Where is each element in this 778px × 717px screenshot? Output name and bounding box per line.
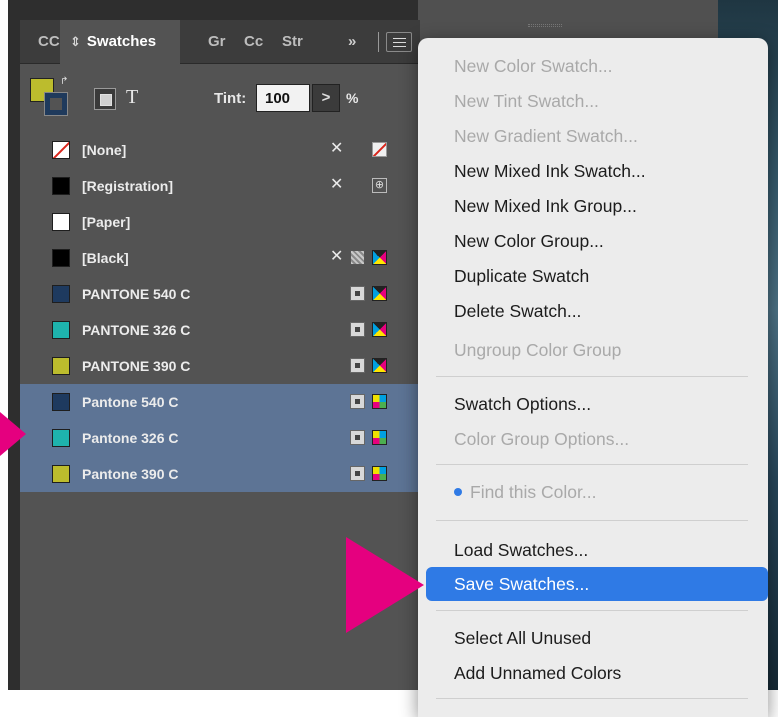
- tab-divider: [378, 32, 379, 52]
- spot-color-icon: [350, 430, 365, 445]
- menu-item-new-mixed-ink-swatch[interactable]: New Mixed Ink Swatch...: [454, 154, 646, 188]
- none-color-icon: [372, 142, 387, 157]
- swatch-row-paper[interactable]: [Paper]: [20, 204, 420, 240]
- tab-cc[interactable]: CC: [38, 20, 60, 64]
- swatch-name: PANTONE 390 C: [82, 358, 191, 374]
- rgb-mode-icon: [372, 394, 387, 409]
- swatch-chip: [52, 429, 70, 447]
- swatch-row-none[interactable]: [None] ✕: [20, 132, 420, 168]
- menu-item-new-gradient-swatch[interactable]: New Gradient Swatch...: [454, 119, 638, 153]
- pointer-arrow-large-icon: [346, 537, 424, 633]
- swatch-row-black[interactable]: [Black] ✕: [20, 240, 420, 276]
- spot-color-icon: [350, 358, 365, 373]
- menu-item-new-color-swatch[interactable]: New Color Swatch...: [454, 49, 613, 83]
- swatch-name: Pantone 540 C: [82, 394, 179, 410]
- swatch-chip: [52, 393, 70, 411]
- menu-separator: [436, 520, 748, 521]
- screenshot-frame: CC ⇕ Swatches Gr Cc Str » ↱ T Tint: 100 >…: [0, 0, 778, 717]
- bullet-dot-icon: [454, 488, 462, 497]
- menu-item-color-group-options[interactable]: Color Group Options...: [454, 422, 629, 456]
- menu-item-new-color-group[interactable]: New Color Group...: [454, 224, 604, 258]
- swatch-chip: [52, 465, 70, 483]
- no-edit-icon: ✕: [330, 248, 344, 265]
- swatch-chip: [52, 177, 70, 195]
- menu-item-duplicate-swatch[interactable]: Duplicate Swatch: [454, 259, 589, 293]
- stroke-box[interactable]: [44, 92, 68, 116]
- swatches-toolbar: ↱ T Tint: 100 > %: [20, 64, 420, 132]
- menu-separator: [436, 464, 748, 465]
- fill-stroke-proxy[interactable]: ↱: [30, 76, 70, 118]
- swatch-name: [None]: [82, 142, 127, 158]
- process-gray-icon: [350, 250, 365, 265]
- spot-color-icon: [350, 466, 365, 481]
- cmyk-mode-icon: [372, 322, 387, 337]
- swatch-name: PANTONE 540 C: [82, 286, 191, 302]
- menu-item-select-all-unused[interactable]: Select All Unused: [454, 621, 591, 655]
- swatch-name: Pantone 390 C: [82, 466, 179, 482]
- swatch-name: Pantone 326 C: [82, 430, 179, 446]
- dock-grip[interactable]: [528, 24, 562, 27]
- swatch-row-pantone-390[interactable]: PANTONE 390 C: [20, 348, 420, 384]
- swatch-chip: [52, 321, 70, 339]
- spot-color-icon: [350, 286, 365, 301]
- swatch-name: [Paper]: [82, 214, 131, 230]
- menu-item-new-mixed-ink-group[interactable]: New Mixed Ink Group...: [454, 189, 637, 223]
- menu-separator: [436, 610, 748, 611]
- swatch-row-pantone-540[interactable]: PANTONE 540 C: [20, 276, 420, 312]
- menu-item-find-this-color[interactable]: Find this Color...: [454, 475, 596, 509]
- tab-reorder-icon: ⇕: [70, 34, 81, 49]
- tab-color[interactable]: Cc: [244, 20, 268, 64]
- swatch-row-pantone-326[interactable]: PANTONE 326 C: [20, 312, 420, 348]
- rgb-mode-icon: [372, 466, 387, 481]
- swap-fill-stroke-icon[interactable]: ↱: [60, 76, 68, 87]
- rgb-mode-icon: [372, 430, 387, 445]
- tint-input[interactable]: 100: [256, 84, 310, 112]
- menu-item-delete-swatch[interactable]: Delete Swatch...: [454, 294, 581, 328]
- swatch-chip: [52, 141, 70, 159]
- tab-swatches-label: Swatches: [86, 33, 157, 50]
- tab-gradient[interactable]: Gr: [208, 20, 226, 64]
- cmyk-mode-icon: [372, 286, 387, 301]
- menu-item-save-swatches[interactable]: Save Swatches...: [426, 567, 768, 601]
- swatch-chip: [52, 213, 70, 231]
- tab-overflow-chevron-icon[interactable]: »: [348, 20, 356, 64]
- spot-color-icon: [350, 394, 365, 409]
- cmyk-mode-icon: [372, 250, 387, 265]
- swatch-name: [Registration]: [82, 178, 173, 194]
- formatting-container-icon[interactable]: [94, 88, 116, 110]
- swatch-row-registration[interactable]: [Registration] ✕ ⊕: [20, 168, 420, 204]
- menu-item-ungroup-color-group[interactable]: Ungroup Color Group: [454, 333, 621, 367]
- swatch-row-pantone-326-lab[interactable]: Pantone 326 C: [20, 420, 420, 456]
- menu-item-swatch-options[interactable]: Swatch Options...: [454, 387, 591, 421]
- tab-swatches[interactable]: ⇕ Swatches: [60, 20, 180, 64]
- swatch-row-pantone-390-lab[interactable]: Pantone 390 C: [20, 456, 420, 492]
- formatting-text-icon[interactable]: T: [126, 86, 138, 109]
- swatch-chip: [52, 249, 70, 267]
- panel-menu-icon[interactable]: [386, 32, 412, 52]
- tint-slider-toggle[interactable]: >: [312, 84, 340, 112]
- registration-icon: ⊕: [372, 178, 387, 193]
- swatches-panel-menu: New Color Swatch... New Tint Swatch... N…: [418, 38, 768, 717]
- menu-item-new-tint-swatch[interactable]: New Tint Swatch...: [454, 84, 599, 118]
- swatch-chip: [52, 357, 70, 375]
- pointer-arrow-icon: [0, 412, 26, 456]
- menu-item-load-swatches[interactable]: Load Swatches...: [454, 533, 588, 567]
- spot-color-icon: [350, 322, 365, 337]
- no-edit-icon: ✕: [330, 176, 344, 193]
- tint-percent-label: %: [346, 90, 359, 106]
- menu-separator: [436, 376, 748, 377]
- no-edit-icon: ✕: [330, 140, 344, 157]
- menu-separator: [436, 698, 748, 699]
- panel-tab-bar: CC ⇕ Swatches Gr Cc Str »: [20, 20, 420, 64]
- menu-item-label: Find this Color...: [470, 482, 597, 502]
- cmyk-mode-icon: [372, 358, 387, 373]
- swatch-chip: [52, 285, 70, 303]
- swatch-name: [Black]: [82, 250, 129, 266]
- swatch-name: PANTONE 326 C: [82, 322, 191, 338]
- tint-label: Tint:: [214, 90, 247, 107]
- menu-item-add-unnamed-colors[interactable]: Add Unnamed Colors: [454, 656, 621, 690]
- swatch-row-pantone-540-lab[interactable]: Pantone 540 C: [20, 384, 420, 420]
- tab-stroke[interactable]: Str: [282, 20, 303, 64]
